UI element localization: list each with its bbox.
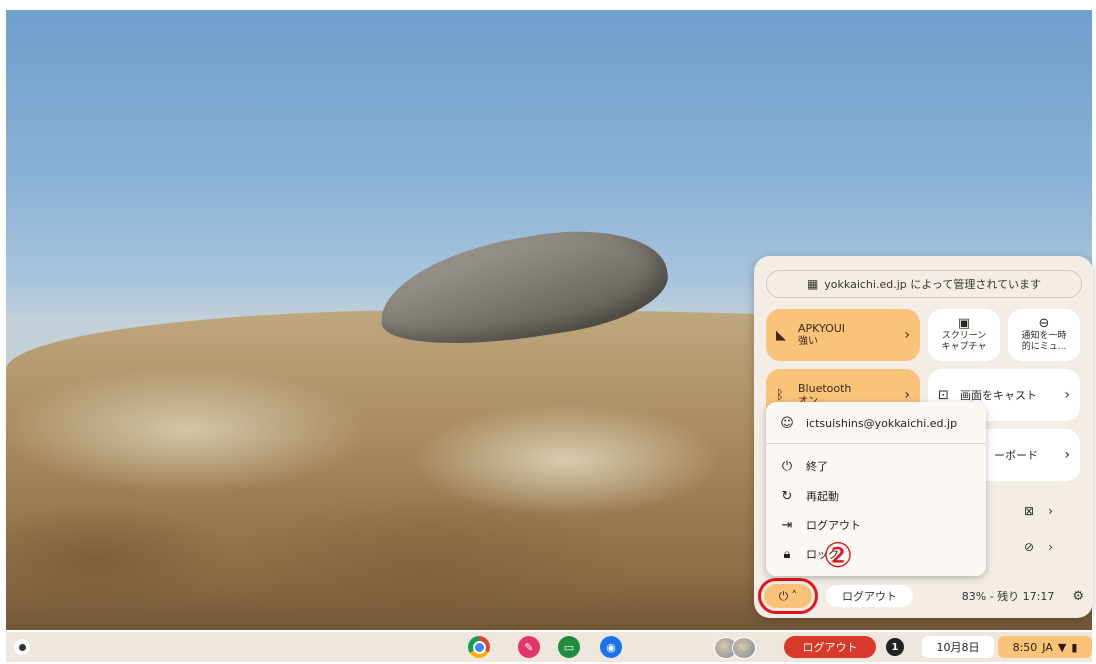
battery-icon: ▮ [1071, 640, 1078, 654]
cast-icon: ⊡ [938, 387, 949, 403]
do-not-disturb-icon: ⊖ [1038, 315, 1050, 331]
shelf: ✎ ▭ ◉ ログアウト 1 10月8日 8:50 JA ▼ ▮ [6, 632, 1092, 662]
screen-capture-label-1: スクリーン [941, 330, 987, 341]
signout-icon: ⇥ [781, 517, 793, 533]
ime-indicator: JA [1042, 640, 1053, 654]
clock-time: 8:50 [1012, 640, 1038, 654]
wifi-icon: ▼ [1057, 640, 1067, 654]
wifi-name: APKYOUI [798, 322, 846, 335]
mic-off-icon: ⊘ [1024, 540, 1035, 554]
battery-status[interactable]: 83% - 残り 17:17 [962, 588, 1055, 604]
menu-divider [766, 443, 986, 444]
screen-capture-label-2: キャプチャ [941, 341, 987, 352]
logout-button[interactable]: ログアウト [826, 585, 913, 607]
bluetooth-name: Bluetooth [798, 382, 852, 395]
restart-item[interactable]: ↻ 再起動 [780, 486, 839, 506]
lock-icon: 🔒︎ [783, 546, 791, 562]
gear-icon[interactable]: ⚙ [1072, 589, 1084, 604]
mic-chevron-right-icon: › [1048, 540, 1053, 554]
camera-row[interactable]: ⊠ › [1024, 504, 1053, 518]
screen-capture-icon: ▣ [957, 315, 971, 331]
tote-icon[interactable] [714, 637, 766, 659]
managed-device-banner[interactable]: ▦ yokkaichi.ed.jp によって管理されています [766, 270, 1082, 298]
wifi-chevron-right-icon: › [904, 327, 910, 343]
bluetooth-chevron-right-icon: › [904, 387, 910, 403]
dnd-label-1: 通知を一時 [1021, 330, 1067, 341]
wifi-icon: ◣ [776, 327, 786, 343]
bluetooth-icon: ᛒ [776, 387, 784, 403]
shutdown-item[interactable]: ⏻ 終了 [780, 456, 828, 476]
power-menu: ☺ ictsuishins@yokkaichi.ed.jp ⏻ 終了 ↻ 再起動… [766, 402, 986, 576]
quick-settings-bottom-bar: ⏻ ˄ ログアウト 83% - 残り 17:17 ⚙ [758, 578, 1084, 614]
cast-chevron-right-icon: › [1064, 387, 1070, 403]
dnd-label-2: 的にミュ... [1021, 341, 1067, 352]
canvas-app-icon[interactable]: ✎ [518, 636, 540, 658]
do-not-disturb-tile[interactable]: ⊖ 通知を一時 的にミュ... [1008, 309, 1080, 361]
classroom-app-icon[interactable]: ▭ [558, 636, 580, 658]
launcher-button[interactable] [14, 639, 30, 655]
signout-label: ログアウト [806, 519, 861, 532]
step-annotation: ② [822, 536, 854, 576]
managed-text: yokkaichi.ed.jp によって管理されています [824, 278, 1042, 291]
camera-chevron-right-icon: › [1048, 504, 1053, 518]
power-icon: ⏻ [781, 458, 793, 474]
camera-off-icon: ⊠ [1024, 504, 1035, 518]
cast-label: 画面をキャスト [960, 388, 1037, 402]
power-icon: ⏻ [778, 588, 789, 603]
notification-counter[interactable]: 1 [886, 638, 904, 656]
status-tray[interactable]: 8:50 JA ▼ ▮ [998, 636, 1092, 658]
date-tray[interactable]: 10月8日 [922, 636, 994, 658]
wifi-tile[interactable]: ◣ APKYOUI 強い › [766, 309, 920, 361]
power-menu-button[interactable]: ⏻ ˄ [758, 578, 818, 614]
account-item[interactable]: ☺ ictsuishins@yokkaichi.ed.jp [780, 413, 957, 433]
building-icon: ▦ [806, 277, 819, 291]
launcher-icon [18, 643, 26, 651]
chevron-up-icon: ˄ [791, 589, 798, 603]
mic-row[interactable]: ⊘ › [1024, 540, 1053, 554]
restart-icon: ↻ [781, 488, 793, 504]
screen-capture-tile[interactable]: ▣ スクリーン キャプチャ [928, 309, 1000, 361]
shutdown-label: 終了 [806, 460, 828, 473]
shelf-logout-button[interactable]: ログアウト [784, 636, 876, 658]
wifi-status: 強い [798, 336, 818, 347]
keyboard-label: ーボード [994, 448, 1038, 462]
restart-label: 再起動 [806, 490, 839, 503]
signout-item[interactable]: ⇥ ログアウト [780, 515, 861, 535]
keyboard-chevron-right-icon: › [1064, 447, 1070, 463]
chrome-app-icon[interactable] [468, 636, 490, 658]
account-email: ictsuishins@yokkaichi.ed.jp [806, 416, 958, 430]
camera-app-icon[interactable]: ◉ [600, 636, 622, 658]
account-icon: ☺ [780, 415, 794, 431]
